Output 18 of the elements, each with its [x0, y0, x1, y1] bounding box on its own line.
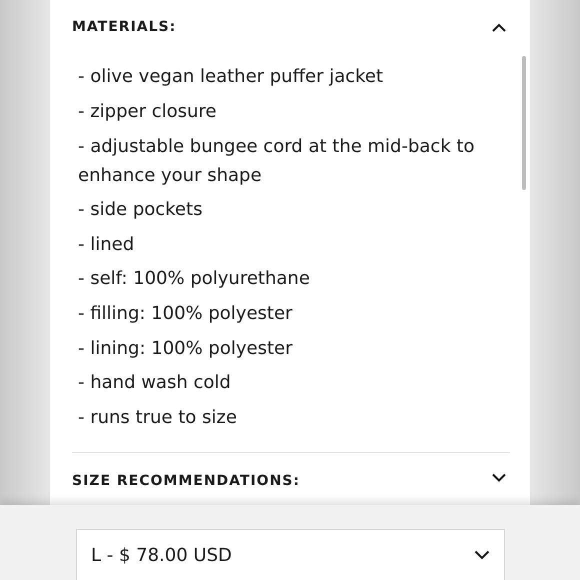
- material-item: - runs true to size: [78, 406, 238, 430]
- material-item: - adjustable bungee cord at the mid-back to enhance your shape: [78, 135, 476, 188]
- size-dropdown[interactable]: L - $ 78.00 USD: [76, 529, 505, 580]
- accordion-header[interactable]: SIZE RECOMMENDATIONS:: [72, 453, 510, 505]
- material-item: - lined: [78, 232, 136, 257]
- selected-size-price: L - $ 78.00 USD: [91, 544, 232, 566]
- section-title: MATERIALS:: [72, 19, 176, 35]
- material-item: - hand wash cold: [78, 371, 232, 396]
- material-item: - self: 100% polyurethane: [78, 267, 311, 292]
- scrollbar-thumb[interactable]: [522, 56, 526, 190]
- material-item: - lining: 100% polyester: [78, 336, 294, 361]
- chevron-down-icon: [474, 550, 490, 560]
- section-title: SIZE RECOMMENDATIONS:: [72, 473, 300, 489]
- material-item: - olive vegan leather puffer jacket: [78, 65, 384, 89]
- accordion-header[interactable]: MATERIALS:: [72, 0, 510, 54]
- material-item: - zipper closure: [78, 100, 218, 124]
- material-item: - filling: 100% polyester: [78, 302, 294, 326]
- material-item: - side pockets: [78, 198, 204, 222]
